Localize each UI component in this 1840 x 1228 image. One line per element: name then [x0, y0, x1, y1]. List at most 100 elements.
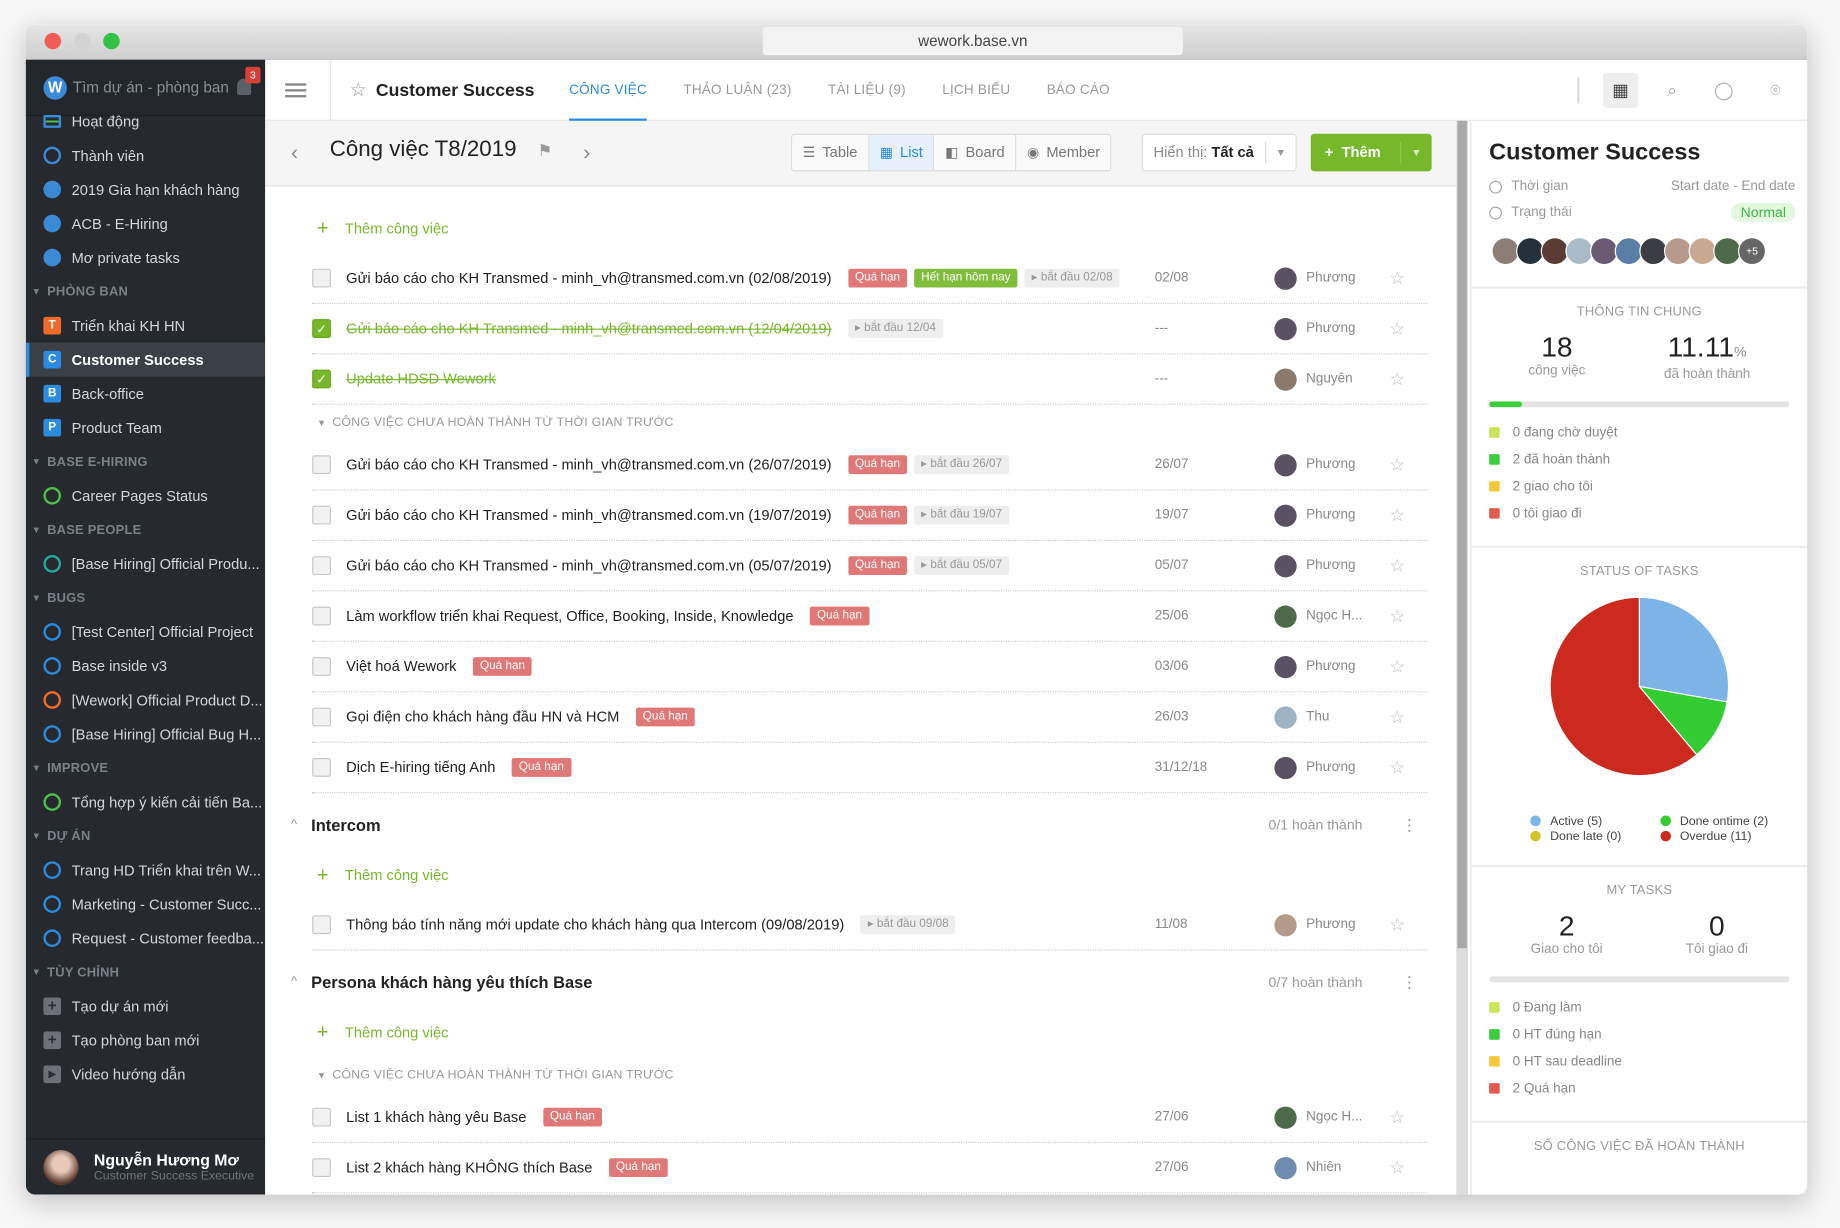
- maximize-window-button[interactable]: [103, 32, 120, 50]
- add-task-button[interactable]: + Thêm công việc: [265, 850, 1456, 900]
- task-name[interactable]: Làm workflow triển khai Request, Office,…: [346, 608, 793, 624]
- star-icon[interactable]: ☆: [1389, 268, 1405, 289]
- sidebar-item[interactable]: Mơ private tasks: [26, 241, 265, 275]
- tab[interactable]: LỊCH BIỂU: [942, 60, 1010, 121]
- previous-tasks-header[interactable]: ▼ CÔNG VIỆC CHƯA HOÀN THÀNH TỪ THỜI GIAN …: [265, 1057, 1456, 1092]
- tab[interactable]: THẢO LUẬN (23): [683, 60, 791, 121]
- task-name[interactable]: Gửi báo cáo cho KH Transmed - minh_vh@tr…: [346, 320, 831, 336]
- assignee[interactable]: Phương: [1274, 504, 1368, 527]
- task-checkbox[interactable]: [312, 606, 331, 626]
- sidebar-section-header[interactable]: ▼ TÙY CHỈNH: [26, 955, 265, 989]
- next-period-icon[interactable]: ›: [583, 141, 590, 166]
- task-row[interactable]: Thông báo tính năng mới update cho khách…: [312, 900, 1427, 951]
- collapse-icon[interactable]: ^: [291, 818, 297, 832]
- status-badge[interactable]: Normal: [1731, 203, 1796, 222]
- star-icon[interactable]: ☆: [1389, 318, 1405, 339]
- display-filter[interactable]: Hiển thị: Tất cả ▼: [1141, 133, 1297, 172]
- sidebar-item[interactable]: ACB - E-Hiring: [26, 207, 265, 241]
- time-value[interactable]: Start date - End date: [1671, 180, 1796, 194]
- list-scrollbar[interactable]: [1456, 120, 1469, 1195]
- sidebar-item[interactable]: Request - Customer feedba...: [26, 921, 265, 955]
- task-checkbox[interactable]: [312, 556, 331, 576]
- more-options-icon[interactable]: ⋮: [1401, 972, 1417, 992]
- task-checkbox[interactable]: [312, 758, 331, 777]
- previous-tasks-header[interactable]: ▼ CÔNG VIỆC CHƯA HOÀN THÀNH TỪ THỜI GIAN …: [265, 405, 1456, 440]
- star-icon[interactable]: ☆: [1389, 757, 1405, 778]
- sidebar-item[interactable]: Marketing - Customer Succ...: [26, 887, 265, 921]
- assignee[interactable]: Phương: [1274, 453, 1368, 476]
- sidebar-section-header[interactable]: ▼ BASE E-HIRING: [26, 445, 265, 479]
- task-name[interactable]: Gửi báo cáo cho KH Transmed - minh_vh@tr…: [346, 557, 831, 573]
- task-name[interactable]: Gửi báo cáo cho KH Transmed - minh_vh@tr…: [346, 270, 831, 286]
- sidebar-item[interactable]: [Test Center] Official Project: [26, 615, 265, 649]
- view-member[interactable]: ◉ Member: [1016, 135, 1110, 170]
- star-icon[interactable]: ☆: [1389, 1107, 1405, 1128]
- view-board[interactable]: ◧ Board: [935, 134, 1017, 171]
- task-row[interactable]: Gọi điện cho khách hàng đầu HN và HCM Quá…: [312, 692, 1427, 743]
- grid-icon[interactable]: ▦: [1602, 72, 1639, 108]
- star-icon[interactable]: ☆: [1389, 706, 1405, 728]
- task-checkbox[interactable]: ✓: [312, 369, 331, 389]
- sidebar-item[interactable]: Trang HD Triển khai trên W...: [26, 853, 265, 887]
- view-table[interactable]: ☰ Table: [792, 134, 870, 171]
- assignee[interactable]: Phương: [1274, 317, 1368, 340]
- sidebar-item[interactable]: Base inside v3: [26, 649, 265, 683]
- more-options-icon[interactable]: ⋮: [1401, 815, 1417, 835]
- task-name[interactable]: Update HDSD Wework: [346, 371, 496, 387]
- sidebar-item[interactable]: [Wework] Official Product D...: [26, 683, 265, 717]
- sidebar-section-header[interactable]: ▼ DỰ ÁN: [26, 819, 265, 853]
- star-icon[interactable]: ☆: [1389, 606, 1405, 627]
- menu-icon[interactable]: [285, 83, 307, 98]
- task-row[interactable]: ✓ Update HDSD Wework --- Nguyên ☆: [312, 354, 1427, 405]
- assignee[interactable]: Ngọc H...: [1274, 1105, 1368, 1129]
- sidebar-item[interactable]: C Customer Success: [25, 342, 266, 377]
- view-list[interactable]: ▦ List: [869, 134, 935, 171]
- search-icon[interactable]: ⌕: [1655, 73, 1690, 108]
- assignee[interactable]: Nguyên: [1274, 367, 1368, 391]
- tab[interactable]: TÀI LIỆU (9): [828, 60, 906, 121]
- address-bar[interactable]: wework.base.vn: [762, 26, 1183, 56]
- prev-period-icon[interactable]: ‹: [291, 141, 298, 166]
- add-dropdown-icon[interactable]: ▼: [1399, 141, 1432, 164]
- task-name[interactable]: Gửi báo cáo cho KH Transmed - minh_vh@tr…: [346, 456, 831, 472]
- sidebar-item[interactable]: Hoạt động: [26, 104, 265, 138]
- task-name[interactable]: Thông báo tính năng mới update cho khách…: [346, 916, 844, 932]
- sidebar-item[interactable]: [Base Hiring] Official Produ...: [26, 547, 265, 581]
- close-window-button[interactable]: [44, 32, 62, 50]
- sidebar-section-header[interactable]: ▼ IMPROVE: [26, 751, 265, 785]
- task-row[interactable]: Gửi báo cáo cho KH Transmed - minh_vh@tr…: [312, 440, 1427, 491]
- task-checkbox[interactable]: [312, 1107, 331, 1127]
- task-checkbox[interactable]: [312, 707, 331, 727]
- pie-slice-active[interactable]: [1638, 596, 1730, 703]
- star-icon[interactable]: ☆: [1389, 555, 1405, 576]
- assignee[interactable]: Thu: [1274, 705, 1368, 729]
- add-task-button[interactable]: + Thêm công việc: [265, 1007, 1456, 1057]
- star-icon[interactable]: ☆: [1389, 454, 1405, 475]
- sidebar-item[interactable]: + Tạo dự án mới: [26, 989, 265, 1023]
- add-button[interactable]: + Thêm ▼: [1310, 133, 1432, 172]
- task-checkbox[interactable]: [312, 915, 331, 935]
- sidebar-section-header[interactable]: ▼ PHÒNG BAN: [26, 275, 265, 309]
- sidebar-item[interactable]: [Base Hiring] Official Bug H...: [26, 717, 265, 751]
- task-name[interactable]: Gửi báo cáo cho KH Transmed - minh_vh@tr…: [346, 507, 831, 523]
- star-icon[interactable]: ☆: [1389, 656, 1405, 677]
- member-avatars[interactable]: +5: [1472, 237, 1808, 268]
- task-row[interactable]: List 1 khách hàng yêu Base Quá hạn 27/06 …: [312, 1093, 1427, 1143]
- task-row[interactable]: Làm workflow triển khai Request, Office,…: [312, 591, 1427, 642]
- task-row[interactable]: Gửi báo cáo cho KH Transmed - minh_vh@tr…: [312, 541, 1427, 592]
- task-row[interactable]: Dịch E-hiring tiếng Anh Quá hạn 31/12/18 …: [312, 743, 1427, 794]
- task-row[interactable]: Việt hoá Wework Quá hạn 03/06 Phương ☆: [312, 642, 1427, 693]
- sidebar-item[interactable]: + Tạo phòng ban mới: [26, 1023, 265, 1057]
- sidebar-item[interactable]: B Back-office: [26, 377, 265, 411]
- add-task-button[interactable]: + Thêm công việc: [265, 203, 1456, 253]
- tab[interactable]: CÔNG VIỆC: [569, 60, 647, 121]
- tab[interactable]: BÁO CÁO: [1047, 60, 1110, 121]
- task-name[interactable]: List 1 khách hàng yêu Base: [346, 1109, 526, 1125]
- task-checkbox[interactable]: [312, 268, 331, 288]
- more-members-badge[interactable]: +5: [1737, 237, 1767, 266]
- task-checkbox[interactable]: [312, 455, 331, 475]
- assignee[interactable]: Phương: [1274, 266, 1368, 290]
- star-icon[interactable]: ☆: [1389, 914, 1405, 935]
- minimize-window-button[interactable]: [73, 32, 91, 50]
- user-circle-icon[interactable]: ◯: [1706, 73, 1741, 108]
